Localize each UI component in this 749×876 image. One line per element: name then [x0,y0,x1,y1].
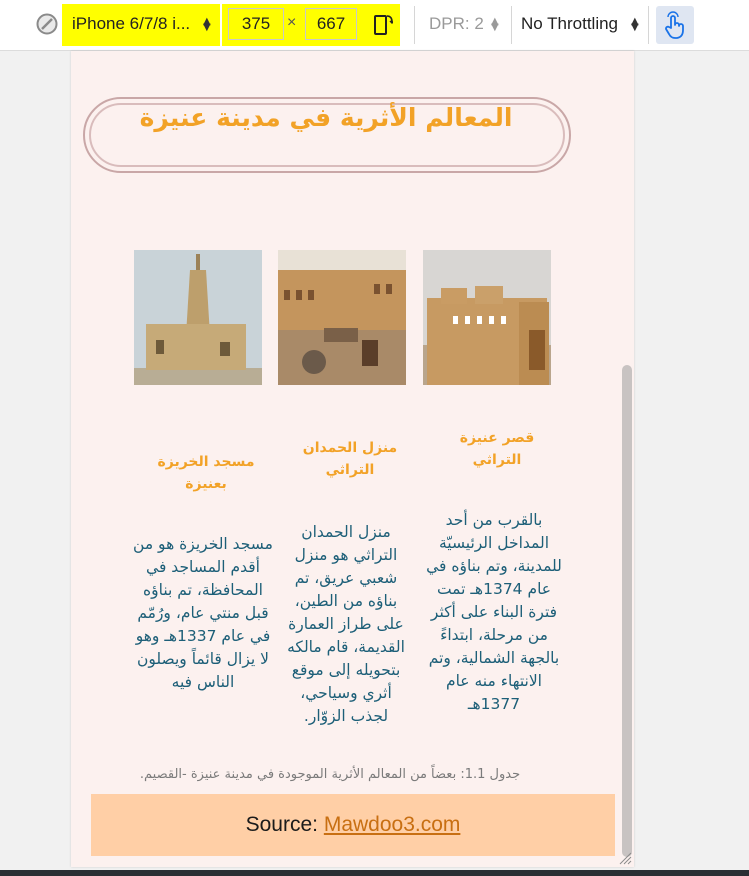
dimension-separator: × [287,14,297,31]
landmark-name-hamdan-house: منزل الحمدان التراثي [302,440,398,478]
landmark-photo-kharizah-mosque [134,250,262,385]
dpr-select[interactable]: DPR: 2 [429,14,484,34]
touch-toggle-button[interactable] [656,6,694,44]
landmark-photo-qasr-unaizah [423,250,551,385]
landmark-desc-qasr-unaizah: بالقرب من أحد المداخل الرئيسيّة للمدينة،… [426,511,562,713]
height-input[interactable]: 667 [305,8,357,40]
device-select[interactable]: iPhone 6/7/8 i... [72,14,190,34]
throttling-select[interactable]: No Throttling [521,14,618,34]
landmark-name-qasr-unaizah: قصر عنيزة التراثي [459,430,535,468]
rotate-icon[interactable] [373,12,393,36]
source-link[interactable]: Mawdoo3.com [324,813,461,836]
devtools-device-toolbar: iPhone 6/7/8 i... ▲ ▼ 375 × 667 DPR: 2 ▲ ▼… [0,0,749,51]
touch-icon [665,11,684,39]
landmark-desc-hamdan-house: منزل الحمدان التراثي هو منزل شعبي عريق، … [287,523,405,725]
page-title: المعالم الأثرية في مدينة عنيزة [139,103,513,132]
source-label: Source: [245,813,318,836]
landmark-photo-hamdan-house [278,250,406,385]
width-input[interactable]: 375 [228,8,284,40]
landmark-desc-kharizah-mosque: مسجد الخريزة هو من أقدم المساجد في المحا… [133,535,273,691]
bottom-strip [0,870,749,876]
device-select-chevron-icon: ▲ ▼ [203,16,211,33]
vertical-scrollbar[interactable] [622,365,632,857]
table-caption: جدول 1.1: بعضاً من المعالم الأثرية الموج… [139,767,521,782]
landmark-name-kharizah-mosque: مسجد الخريزة بعنيزة [157,454,255,492]
emulated-viewport: المعالم الأثرية في مدينة عنيزة قصر عنيزة… [71,51,634,867]
compass-icon[interactable] [36,13,58,35]
source-box: Source: Mawdoo3.com [91,794,615,856]
resize-grip-icon[interactable] [616,849,632,865]
dpr-chevron-icon: ▲ ▼ [491,16,499,33]
throttling-chevron-icon: ▲ ▼ [631,16,639,33]
